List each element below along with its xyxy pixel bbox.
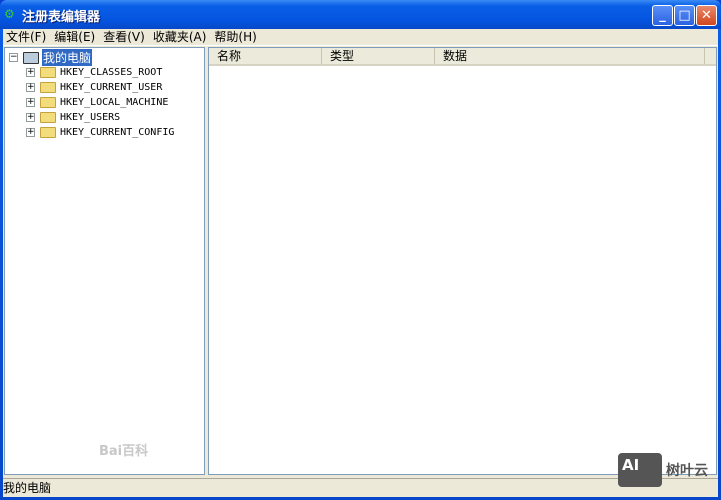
menu-favorites[interactable]: 收藏夹(A): [150, 29, 212, 45]
folder-icon: [40, 112, 56, 123]
expand-icon[interactable]: +: [26, 68, 35, 77]
folder-icon: [40, 127, 56, 138]
registry-editor-window: ⚙ 注册表编辑器 _ □ ✕ 文件(F) 编辑(E) 查看(V) 收藏夹(A) …: [0, 0, 721, 500]
tree-item[interactable]: + HKEY_CLASSES_ROOT: [26, 65, 162, 80]
column-type[interactable]: 类型: [322, 48, 435, 64]
brand-text: 树叶云: [666, 463, 708, 479]
values-pane[interactable]: 名称 类型 数据: [208, 47, 717, 475]
folder-icon: [40, 82, 56, 93]
title-bar[interactable]: ⚙ 注册表编辑器 _ □ ✕: [0, 0, 721, 29]
menu-file[interactable]: 文件(F): [3, 29, 51, 45]
expand-icon[interactable]: +: [26, 128, 35, 137]
computer-icon: [23, 51, 39, 64]
tree-item[interactable]: + HKEY_USERS: [26, 110, 120, 125]
close-button[interactable]: ✕: [696, 5, 717, 26]
regedit-icon: ⚙: [4, 7, 15, 21]
brand-watermark: AI 树叶云: [618, 453, 708, 487]
expand-icon[interactable]: +: [26, 83, 35, 92]
brand-logo: AI: [618, 453, 662, 487]
status-bar: 我的电脑: [3, 478, 718, 497]
baidu-watermark: Bai百科: [99, 444, 149, 459]
menu-edit[interactable]: 编辑(E): [51, 29, 100, 45]
tree-item-label[interactable]: HKEY_CURRENT_CONFIG: [60, 127, 174, 138]
tree-item[interactable]: + HKEY_LOCAL_MACHINE: [26, 95, 168, 110]
tree-item[interactable]: + HKEY_CURRENT_CONFIG: [26, 125, 174, 140]
collapse-icon[interactable]: −: [9, 53, 18, 62]
tree-pane[interactable]: − 我的电脑 + HKEY_CLASSES_ROOT + HKEY_CURRENT_…: [4, 47, 205, 475]
menu-bar: 文件(F) 编辑(E) 查看(V) 收藏夹(A) 帮助(H): [3, 29, 718, 46]
tree-root[interactable]: − 我的电脑: [9, 49, 93, 66]
tree-item-label[interactable]: HKEY_CURRENT_USER: [60, 82, 162, 93]
expand-icon[interactable]: +: [26, 98, 35, 107]
tree-item-label[interactable]: HKEY_CLASSES_ROOT: [60, 67, 162, 78]
tree-root-label[interactable]: 我的电脑: [42, 49, 93, 66]
tree-item-label[interactable]: HKEY_USERS: [60, 112, 120, 123]
column-header: 名称 类型 数据: [209, 48, 716, 66]
window-title: 注册表编辑器: [22, 10, 101, 25]
minimize-button[interactable]: _: [652, 5, 673, 26]
expand-icon[interactable]: +: [26, 113, 35, 122]
column-name[interactable]: 名称: [209, 48, 322, 64]
folder-icon: [40, 67, 56, 78]
client-area: 文件(F) 编辑(E) 查看(V) 收藏夹(A) 帮助(H) − 我的电脑 + H…: [3, 29, 718, 497]
maximize-button[interactable]: □: [674, 5, 695, 26]
menu-help[interactable]: 帮助(H): [211, 29, 261, 45]
folder-icon: [40, 97, 56, 108]
tree-item-label[interactable]: HKEY_LOCAL_MACHINE: [60, 97, 168, 108]
menu-view[interactable]: 查看(V): [100, 29, 150, 45]
column-data[interactable]: 数据: [435, 48, 705, 64]
tree-item[interactable]: + HKEY_CURRENT_USER: [26, 80, 162, 95]
